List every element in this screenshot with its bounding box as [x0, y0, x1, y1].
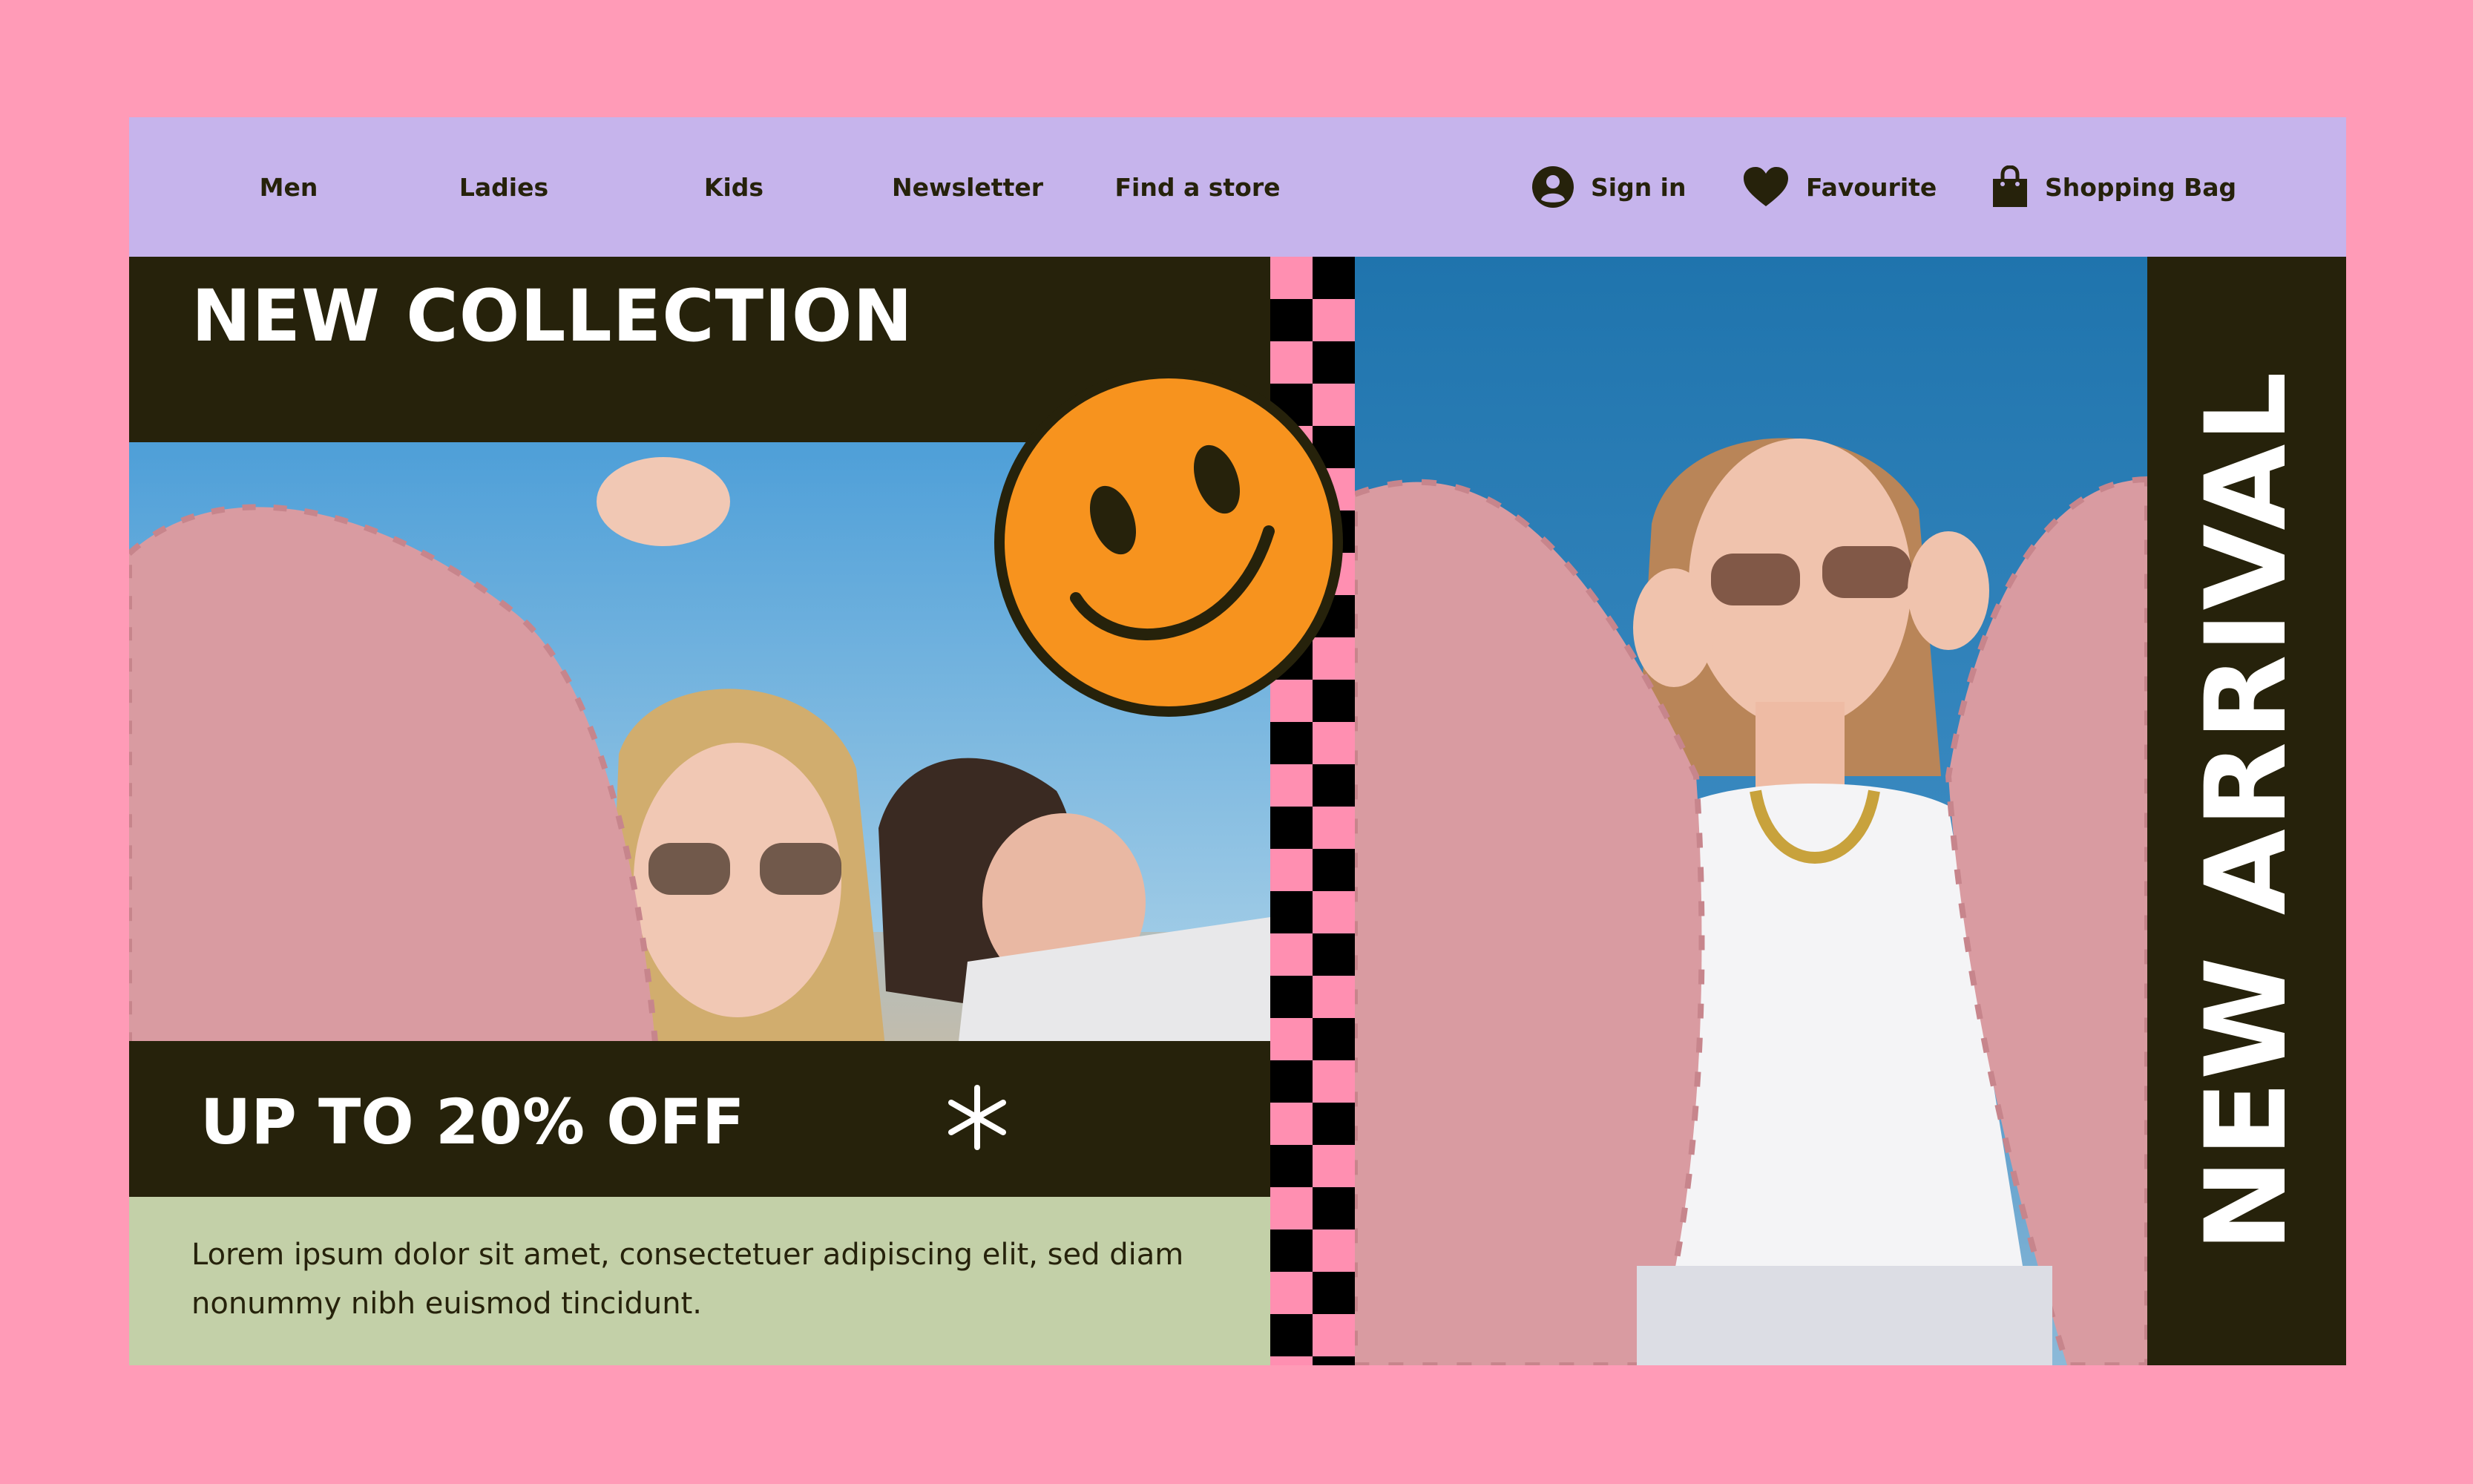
smiley-sticker-icon: [994, 368, 1343, 717]
collection-title: NEW COLLECTION: [191, 275, 913, 358]
nav-link-newsletter[interactable]: Newsletter: [871, 117, 1064, 257]
nav-link-kids[interactable]: Kids: [648, 117, 819, 257]
heart-icon: [1744, 167, 1788, 206]
user-icon: [1532, 166, 1574, 208]
asterisk-icon: [948, 1085, 1006, 1150]
hero-banner: Men Ladies Kids Newsletter Find a store …: [129, 117, 2346, 1365]
description-text: Lorem ipsum dolor sit amet, consectetuer…: [191, 1238, 1184, 1321]
favourite-button[interactable]: Favourite: [1742, 117, 1937, 257]
favourite-label: Favourite: [1806, 172, 1937, 202]
top-nav: Men Ladies Kids Newsletter Find a store …: [129, 117, 2346, 257]
sign-in-button[interactable]: Sign in: [1531, 117, 1687, 257]
nav-link-men[interactable]: Men: [203, 117, 374, 257]
shopping-bag-icon: [1993, 165, 2027, 207]
nav-link-ladies[interactable]: Ladies: [418, 117, 589, 257]
model-photo: [1355, 257, 2147, 1365]
new-arrival-label: NEW ARRIVAL: [2182, 370, 2311, 1252]
shopping-bag-button[interactable]: Shopping Bag: [1991, 117, 2236, 257]
nav-link-find-a-store[interactable]: Find a store: [1094, 117, 1301, 257]
shopping-bag-label: Shopping Bag: [2045, 172, 2237, 202]
promo-text: UP TO 20% OFF: [200, 1086, 745, 1158]
sign-in-label: Sign in: [1591, 172, 1687, 202]
